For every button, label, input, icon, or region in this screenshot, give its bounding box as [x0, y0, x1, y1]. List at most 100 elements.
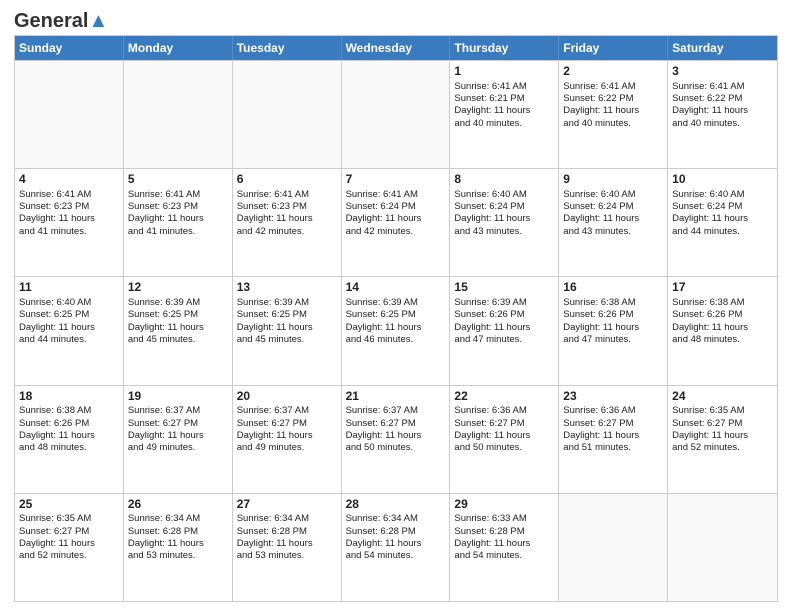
day-info-line: Sunrise: 6:34 AM — [346, 513, 446, 525]
day-info-line: and 48 minutes. — [19, 442, 119, 454]
day-info-line: Sunset: 6:25 PM — [237, 309, 337, 321]
calendar-header-row: Sunday Monday Tuesday Wednesday Thursday… — [15, 36, 777, 60]
day-number-20: 20 — [237, 389, 337, 405]
day-info-line: and 50 minutes. — [454, 442, 554, 454]
day-info-line: Daylight: 11 hours — [237, 213, 337, 225]
day-number-12: 12 — [128, 280, 228, 296]
day-info-line: Daylight: 11 hours — [672, 430, 773, 442]
day-info-line: Daylight: 11 hours — [346, 213, 446, 225]
day-info-line: Daylight: 11 hours — [19, 538, 119, 550]
day-info-line: and 49 minutes. — [128, 442, 228, 454]
day-number-1: 1 — [454, 64, 554, 80]
header-monday: Monday — [124, 36, 233, 60]
day-info-line: Sunset: 6:24 PM — [563, 201, 663, 213]
day-info-line: Sunset: 6:23 PM — [237, 201, 337, 213]
cal-cell-w1-d6: 2Sunrise: 6:41 AMSunset: 6:22 PMDaylight… — [559, 61, 668, 168]
day-info-line: and 48 minutes. — [672, 334, 773, 346]
day-info-line: and 45 minutes. — [237, 334, 337, 346]
day-info-line: and 53 minutes. — [128, 550, 228, 562]
cal-cell-w5-d4: 28Sunrise: 6:34 AMSunset: 6:28 PMDayligh… — [342, 494, 451, 601]
day-info-line: Sunset: 6:23 PM — [128, 201, 228, 213]
day-info-line: Sunrise: 6:40 AM — [19, 297, 119, 309]
day-number-21: 21 — [346, 389, 446, 405]
day-info-line: Sunrise: 6:37 AM — [346, 405, 446, 417]
day-info-line: Sunrise: 6:40 AM — [454, 189, 554, 201]
day-info-line: and 47 minutes. — [563, 334, 663, 346]
day-info-line: Sunrise: 6:38 AM — [672, 297, 773, 309]
day-number-9: 9 — [563, 172, 663, 188]
day-info-line: Sunset: 6:27 PM — [672, 418, 773, 430]
header-wednesday: Wednesday — [342, 36, 451, 60]
day-info-line: Sunrise: 6:40 AM — [672, 189, 773, 201]
cal-cell-w5-d6 — [559, 494, 668, 601]
day-info-line: Daylight: 11 hours — [563, 105, 663, 117]
cal-cell-w2-d2: 5Sunrise: 6:41 AMSunset: 6:23 PMDaylight… — [124, 169, 233, 276]
day-info-line: Daylight: 11 hours — [128, 322, 228, 334]
day-info-line: Sunset: 6:28 PM — [237, 526, 337, 538]
day-info-line: and 44 minutes. — [672, 226, 773, 238]
day-info-line: Sunset: 6:24 PM — [346, 201, 446, 213]
day-info-line: Sunrise: 6:39 AM — [454, 297, 554, 309]
cal-cell-w4-d6: 23Sunrise: 6:36 AMSunset: 6:27 PMDayligh… — [559, 386, 668, 493]
day-info-line: and 50 minutes. — [346, 442, 446, 454]
day-info-line: and 54 minutes. — [346, 550, 446, 562]
day-info-line: Sunrise: 6:34 AM — [128, 513, 228, 525]
day-number-27: 27 — [237, 497, 337, 513]
day-info-line: Daylight: 11 hours — [128, 430, 228, 442]
cal-cell-w4-d7: 24Sunrise: 6:35 AMSunset: 6:27 PMDayligh… — [668, 386, 777, 493]
week-row-5: 25Sunrise: 6:35 AMSunset: 6:27 PMDayligh… — [15, 493, 777, 601]
cal-cell-w5-d3: 27Sunrise: 6:34 AMSunset: 6:28 PMDayligh… — [233, 494, 342, 601]
header-sunday: Sunday — [15, 36, 124, 60]
day-info-line: and 40 minutes. — [672, 118, 773, 130]
day-number-18: 18 — [19, 389, 119, 405]
day-info-line: Daylight: 11 hours — [563, 430, 663, 442]
calendar: Sunday Monday Tuesday Wednesday Thursday… — [14, 35, 778, 602]
page: General▲ Sunday Monday Tuesday Wednesday… — [0, 0, 792, 612]
cal-cell-w4-d3: 20Sunrise: 6:37 AMSunset: 6:27 PMDayligh… — [233, 386, 342, 493]
day-number-8: 8 — [454, 172, 554, 188]
day-info-line: Sunrise: 6:39 AM — [128, 297, 228, 309]
day-info-line: Sunrise: 6:33 AM — [454, 513, 554, 525]
day-info-line: Sunset: 6:25 PM — [346, 309, 446, 321]
day-number-3: 3 — [672, 64, 773, 80]
day-info-line: Daylight: 11 hours — [237, 430, 337, 442]
day-info-line: and 42 minutes. — [346, 226, 446, 238]
day-info-line: Sunrise: 6:41 AM — [454, 81, 554, 93]
day-info-line: Sunrise: 6:35 AM — [672, 405, 773, 417]
cal-cell-w5-d1: 25Sunrise: 6:35 AMSunset: 6:27 PMDayligh… — [15, 494, 124, 601]
cal-cell-w3-d5: 15Sunrise: 6:39 AMSunset: 6:26 PMDayligh… — [450, 277, 559, 384]
day-info-line: and 40 minutes. — [563, 118, 663, 130]
calendar-body: 1Sunrise: 6:41 AMSunset: 6:21 PMDaylight… — [15, 60, 777, 601]
day-info-line: Daylight: 11 hours — [454, 322, 554, 334]
day-info-line: Sunset: 6:28 PM — [454, 526, 554, 538]
day-info-line: Sunset: 6:27 PM — [563, 418, 663, 430]
day-info-line: Daylight: 11 hours — [454, 430, 554, 442]
day-info-line: Sunset: 6:26 PM — [19, 418, 119, 430]
week-row-1: 1Sunrise: 6:41 AMSunset: 6:21 PMDaylight… — [15, 60, 777, 168]
header: General▲ — [14, 10, 778, 29]
day-info-line: Sunset: 6:28 PM — [128, 526, 228, 538]
day-info-line: and 44 minutes. — [19, 334, 119, 346]
day-number-10: 10 — [672, 172, 773, 188]
day-info-line: Sunset: 6:23 PM — [19, 201, 119, 213]
day-info-line: Sunrise: 6:38 AM — [19, 405, 119, 417]
cal-cell-w2-d7: 10Sunrise: 6:40 AMSunset: 6:24 PMDayligh… — [668, 169, 777, 276]
day-info-line: Sunrise: 6:41 AM — [237, 189, 337, 201]
day-info-line: Sunrise: 6:40 AM — [563, 189, 663, 201]
cal-cell-w3-d3: 13Sunrise: 6:39 AMSunset: 6:25 PMDayligh… — [233, 277, 342, 384]
cal-cell-w2-d6: 9Sunrise: 6:40 AMSunset: 6:24 PMDaylight… — [559, 169, 668, 276]
day-number-22: 22 — [454, 389, 554, 405]
day-info-line: and 49 minutes. — [237, 442, 337, 454]
day-info-line: Sunrise: 6:36 AM — [563, 405, 663, 417]
day-number-14: 14 — [346, 280, 446, 296]
day-info-line: Sunset: 6:25 PM — [128, 309, 228, 321]
day-number-28: 28 — [346, 497, 446, 513]
day-info-line: Sunset: 6:28 PM — [346, 526, 446, 538]
day-info-line: and 41 minutes. — [128, 226, 228, 238]
day-number-2: 2 — [563, 64, 663, 80]
day-info-line: and 46 minutes. — [346, 334, 446, 346]
day-number-11: 11 — [19, 280, 119, 296]
day-info-line: Sunrise: 6:41 AM — [563, 81, 663, 93]
day-info-line: Daylight: 11 hours — [19, 322, 119, 334]
day-info-line: Sunset: 6:24 PM — [454, 201, 554, 213]
